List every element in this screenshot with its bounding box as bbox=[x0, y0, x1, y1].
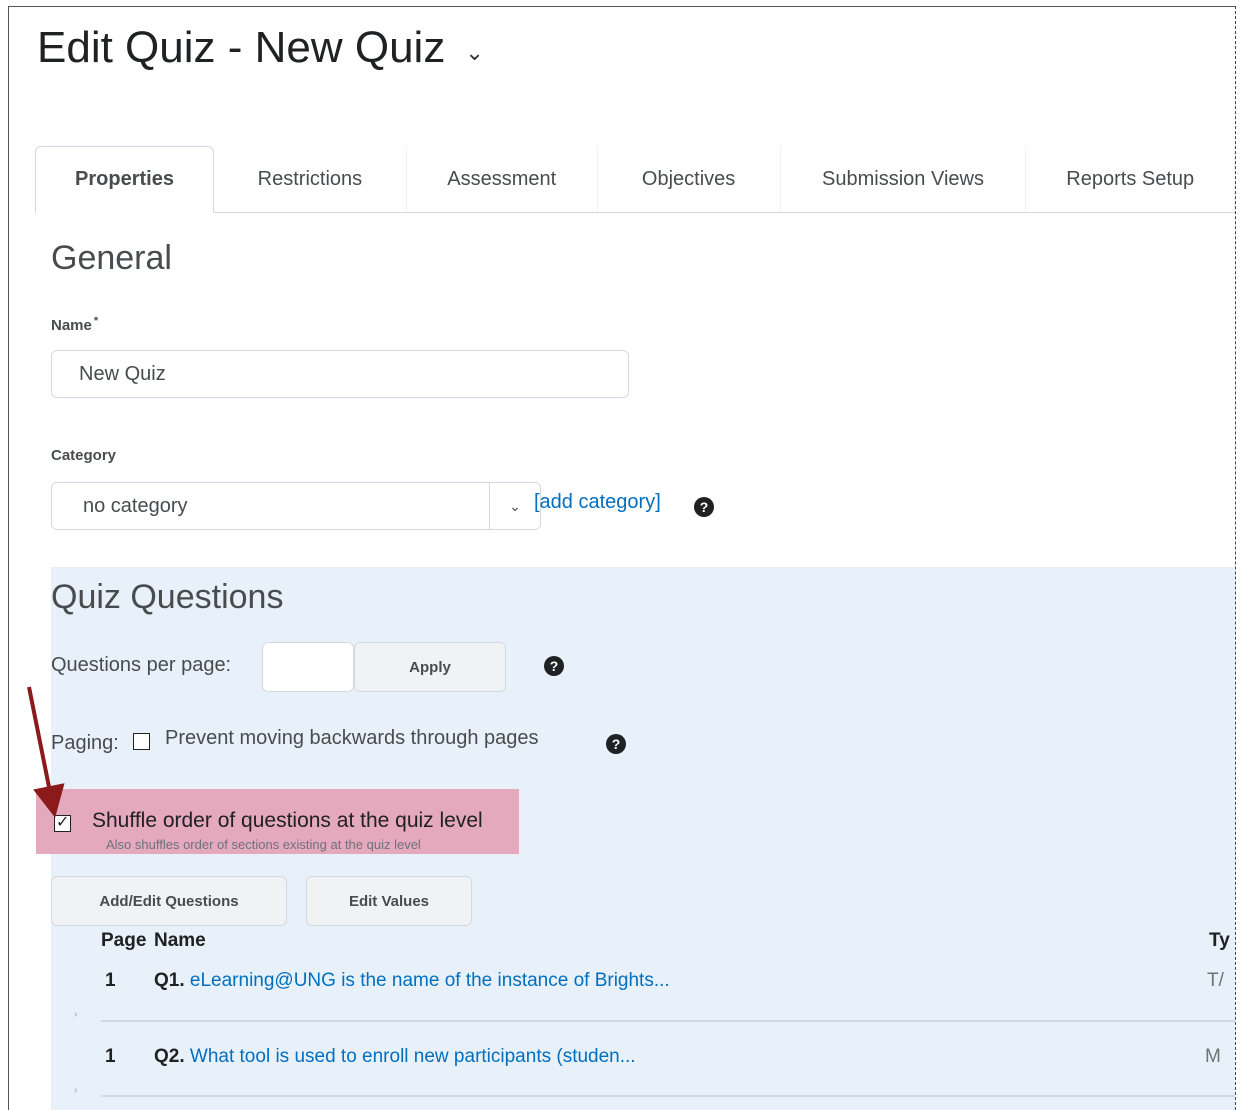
page-title: Edit Quiz - New Quiz ⌄ bbox=[37, 23, 484, 72]
category-label: Category bbox=[51, 447, 117, 464]
edit-values-button[interactable]: Edit Values bbox=[306, 876, 472, 926]
row-divider bbox=[101, 1020, 1235, 1022]
prevent-backwards-checkbox[interactable] bbox=[133, 733, 150, 750]
tab-bar: Properties Restrictions Assessment Objec… bbox=[35, 146, 1235, 213]
table-row: Q1. eLearning@UNG is the name of the ins… bbox=[154, 970, 670, 991]
row-page: 1 bbox=[105, 970, 116, 991]
table-row: Q2. What tool is used to enroll new part… bbox=[154, 1046, 636, 1067]
row-type: T/ bbox=[1207, 970, 1224, 991]
column-header-type: Ty bbox=[1209, 930, 1230, 951]
row-divider bbox=[101, 1095, 1235, 1097]
column-header-page: Page bbox=[101, 930, 147, 951]
question-link[interactable]: eLearning@UNG is the name of the instanc… bbox=[190, 970, 670, 991]
row-marker: › bbox=[74, 1085, 78, 1096]
tab-restrictions[interactable]: Restrictions bbox=[214, 146, 407, 212]
chevron-down-icon[interactable]: ⌄ bbox=[489, 483, 540, 529]
row-marker: › bbox=[74, 1009, 78, 1020]
general-heading: General bbox=[51, 239, 172, 277]
tab-assessment[interactable]: Assessment bbox=[407, 146, 598, 212]
tab-reports-setup[interactable]: Reports Setup bbox=[1026, 146, 1235, 212]
page-frame: Edit Quiz - New Quiz ⌄ Properties Restri… bbox=[8, 6, 1236, 1110]
tab-objectives[interactable]: Objectives bbox=[598, 146, 781, 212]
category-select[interactable]: no category ⌄ bbox=[51, 482, 541, 530]
row-page: 1 bbox=[105, 1046, 116, 1067]
questions-per-page-label: Questions per page: bbox=[51, 654, 232, 676]
add-edit-questions-button[interactable]: Add/Edit Questions bbox=[51, 876, 287, 926]
tab-submission-views[interactable]: Submission Views bbox=[781, 146, 1027, 212]
name-label: Name * bbox=[51, 315, 99, 334]
question-circle-icon[interactable]: ? bbox=[544, 656, 564, 676]
column-header-name: Name bbox=[154, 930, 206, 951]
tab-properties[interactable]: Properties bbox=[35, 146, 215, 213]
apply-button[interactable]: Apply bbox=[354, 642, 506, 692]
chevron-down-icon[interactable]: ⌄ bbox=[465, 40, 483, 66]
row-type: M bbox=[1205, 1046, 1221, 1067]
shuffle-sublabel: Also shuffles order of sections existing… bbox=[106, 837, 421, 852]
question-link[interactable]: What tool is used to enroll new particip… bbox=[190, 1046, 636, 1067]
add-category-link[interactable]: [add category] bbox=[534, 491, 661, 514]
category-value: no category bbox=[83, 494, 188, 517]
question-circle-icon[interactable]: ? bbox=[694, 497, 714, 517]
shuffle-label: Shuffle order of questions at the quiz l… bbox=[92, 809, 483, 832]
paging-label: Paging: bbox=[51, 732, 119, 754]
checkmark-icon: ✓ bbox=[56, 814, 70, 831]
quiz-questions-heading: Quiz Questions bbox=[51, 578, 284, 616]
prevent-backwards-label: Prevent moving backwards through pages bbox=[165, 727, 539, 749]
question-circle-icon[interactable]: ? bbox=[606, 734, 626, 754]
questions-per-page-input[interactable] bbox=[262, 642, 354, 692]
name-input[interactable] bbox=[51, 350, 629, 398]
